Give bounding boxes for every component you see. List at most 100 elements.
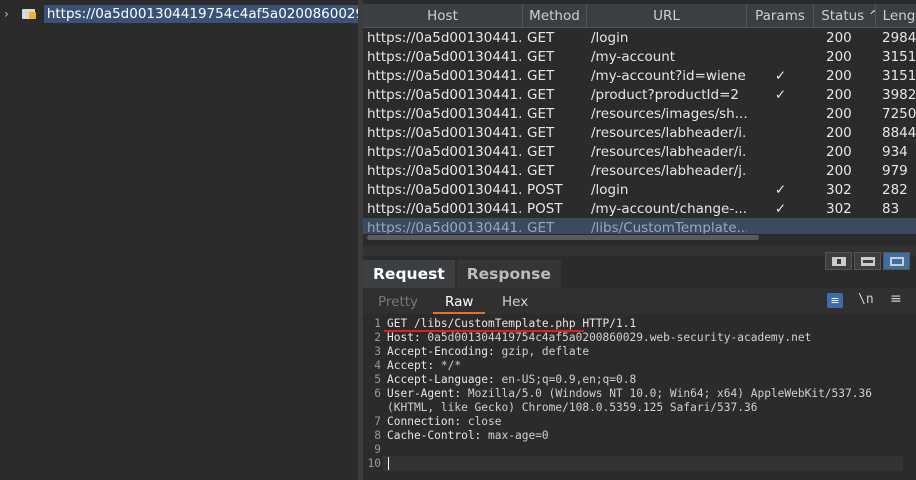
tabs-layout-button[interactable] xyxy=(883,252,910,270)
line-number: 9 xyxy=(374,443,381,456)
table-row[interactable]: https://0a5d00130441... GET/my-account?id… xyxy=(363,66,916,85)
cell-host: https://0a5d00130441... xyxy=(367,143,523,160)
cell-params: ✓ xyxy=(774,86,787,103)
code-line: Cache-Control: max-age=0 xyxy=(387,429,549,442)
header-value: Mozilla/5.0 (Windows NT 10.0; Win64; x64… xyxy=(461,387,872,400)
tab-pretty[interactable]: Pretty xyxy=(378,294,418,310)
cell-url: /resources/labheader/j... xyxy=(591,162,747,179)
http-history-table: Host Method URL Params Status ^ Leng htt… xyxy=(363,4,916,240)
table-row[interactable]: https://0a5d00130441... GET/resources/lab… xyxy=(363,142,916,161)
code-line: User-Agent: Mozilla/5.0 (Windows NT 10.0… xyxy=(387,387,872,400)
cell-status: 200 xyxy=(826,124,852,141)
code-line: Host: 0a5d001304419754c4af5a0200860029.w… xyxy=(387,331,811,344)
table-row[interactable]: https://0a5d00130441... GET/resources/lab… xyxy=(363,161,916,180)
line-number: 3 xyxy=(374,345,381,358)
horizontal-scrollbar[interactable] xyxy=(363,234,916,240)
table-row[interactable]: https://0a5d00130441... GET/product?produ… xyxy=(363,85,916,104)
cell-length: 3151 xyxy=(882,67,916,84)
header-value: close xyxy=(461,415,502,428)
tab-request[interactable]: Request xyxy=(363,260,455,288)
header-name: User-Agent: xyxy=(387,387,462,400)
code-line: GET /libs/CustomTemplate.php HTTP/1.1 xyxy=(387,317,636,330)
code-line: Accept: */* xyxy=(387,359,461,372)
table-row[interactable]: https://0a5d00130441... POST/my-account/c… xyxy=(363,199,916,218)
cell-length: 3982 xyxy=(882,86,916,103)
cell-url: /product?productId=2 xyxy=(591,86,740,103)
request-editor[interactable]: 1 GET /libs/CustomTemplate.php HTTP/1.1 2 H… xyxy=(363,314,916,480)
table-row[interactable]: https://0a5d00130441... GET/resources/ima… xyxy=(363,104,916,123)
cell-status: 302 xyxy=(826,181,852,198)
tab-raw[interactable]: Raw xyxy=(445,294,473,310)
site-map-url[interactable]: https://0a5d001304419754c4af5a0200860029… xyxy=(43,5,358,23)
table-row[interactable]: https://0a5d00130441... GET/resources/lab… xyxy=(363,123,916,142)
table-row[interactable]: https://0a5d00130441... GET/my-account 200… xyxy=(363,47,916,66)
cell-method: GET xyxy=(527,124,555,141)
cell-host: https://0a5d00130441... xyxy=(367,124,523,141)
table-row[interactable]: https://0a5d00130441... POST/login ✓ 302 282 xyxy=(363,180,916,199)
cell-method: GET xyxy=(527,162,555,179)
column-url[interactable]: URL xyxy=(587,4,747,27)
menu-icon[interactable]: ≡ xyxy=(890,291,902,307)
column-host[interactable]: Host xyxy=(363,4,523,27)
annotation-underline xyxy=(384,330,584,332)
cell-method: POST xyxy=(527,200,563,217)
line-number: 8 xyxy=(374,429,381,442)
cell-method: POST xyxy=(527,181,563,198)
cell-status: 200 xyxy=(826,29,852,46)
newline-toggle-button[interactable]: \n xyxy=(858,292,874,307)
table-header: Host Method URL Params Status ^ Leng xyxy=(363,4,916,28)
header-value: (KHTML, like Gecko) Chrome/108.0.5359.12… xyxy=(387,401,758,414)
editor-view-bar: Pretty Raw Hex ≡ \n ≡ xyxy=(363,288,916,314)
split-horizontal-button[interactable] xyxy=(854,252,881,270)
cell-host: https://0a5d00130441... xyxy=(367,29,523,46)
header-name: Connection: xyxy=(387,415,462,428)
cell-method: GET xyxy=(527,67,555,84)
cell-host: https://0a5d00130441... xyxy=(367,200,523,217)
cell-length: 7250 xyxy=(882,105,916,122)
cell-host: https://0a5d00130441... xyxy=(367,105,523,122)
line-number: 2 xyxy=(374,331,381,344)
column-method[interactable]: Method xyxy=(523,4,587,27)
cell-length: 282 xyxy=(882,181,908,198)
cell-url: /login xyxy=(591,29,629,46)
chevron-right-icon[interactable]: › xyxy=(4,7,18,21)
line-number: 1 xyxy=(374,317,381,330)
table-row[interactable]: https://0a5d00130441... GET/login 200 2984 xyxy=(363,28,916,47)
cell-host: https://0a5d00130441... xyxy=(367,181,523,198)
header-value: */* xyxy=(434,359,462,372)
cell-length: 934 xyxy=(882,143,908,160)
cell-method: GET xyxy=(527,29,555,46)
scrollbar-thumb[interactable] xyxy=(367,235,759,240)
site-map-panel: › https://0a5d001304419754c4af5a02008600… xyxy=(0,0,358,480)
header-name: Accept-Language: xyxy=(387,373,495,386)
cell-length: 979 xyxy=(882,162,908,179)
header-name: GET /libs/CustomTemplate.php HTTP/1.1 xyxy=(387,317,637,330)
cell-status: 200 xyxy=(826,48,852,65)
header-name: Accept-Encoding: xyxy=(387,345,495,358)
cell-length: 83 xyxy=(882,200,900,217)
line-number: 7 xyxy=(374,415,381,428)
line-number: 10 xyxy=(367,457,381,470)
column-status[interactable]: Status ^ xyxy=(814,4,876,27)
column-params[interactable]: Params xyxy=(747,4,814,27)
cell-params: ✓ xyxy=(774,67,787,84)
cell-url: /my-account/change-... xyxy=(591,200,747,217)
cell-status: 200 xyxy=(826,86,852,103)
line-number: 4 xyxy=(374,359,381,372)
cell-length: 2984 xyxy=(882,29,916,46)
split-vertical-button[interactable] xyxy=(825,252,852,270)
word-wrap-icon[interactable]: ≡ xyxy=(827,293,843,308)
site-map-tree-item[interactable]: › https://0a5d001304419754c4af5a02008600… xyxy=(0,4,358,24)
header-value: max-age=0 xyxy=(481,429,549,442)
cell-host: https://0a5d00130441... xyxy=(367,162,523,179)
code-line: Accept-Encoding: gzip, deflate xyxy=(387,345,589,358)
tab-hex[interactable]: Hex xyxy=(502,294,528,310)
cell-status: 200 xyxy=(826,105,852,122)
cell-url: /my-account xyxy=(591,48,676,65)
column-length[interactable]: Leng xyxy=(876,4,916,27)
cell-url: /resources/images/sh... xyxy=(591,105,747,122)
tab-response[interactable]: Response xyxy=(456,260,561,288)
code-line: Accept-Language: en-US;q=0.9,en;q=0.8 xyxy=(387,373,636,386)
cell-url: /my-account?id=wiener xyxy=(591,67,747,84)
header-name: Cache-Control: xyxy=(387,429,482,442)
